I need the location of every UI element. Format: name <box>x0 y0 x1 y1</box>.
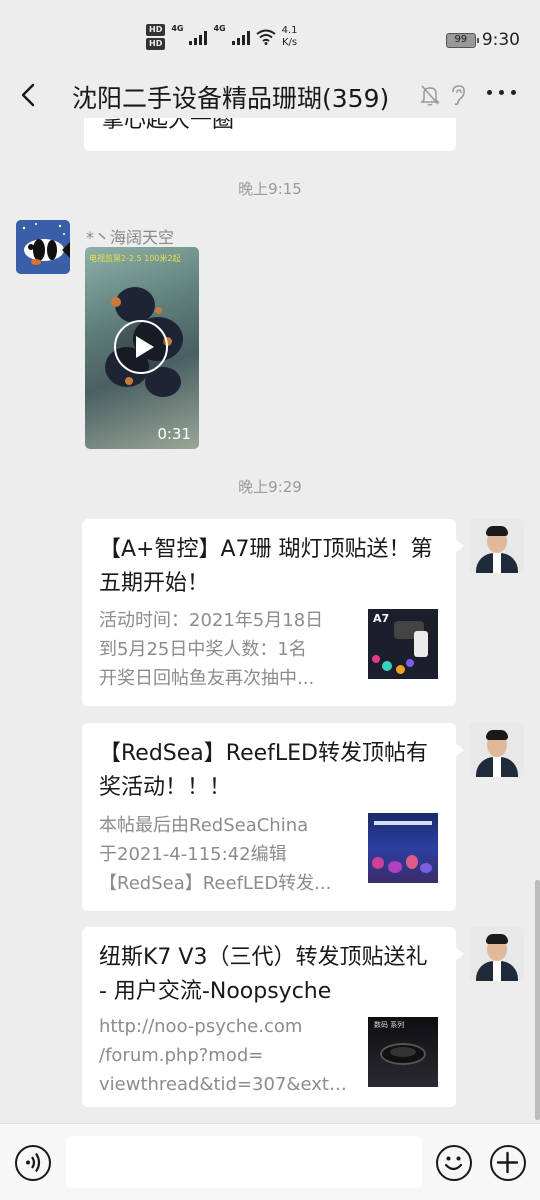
input-bar <box>0 1123 540 1200</box>
link-card-desc: 本帖最后由RedSeaChina 于2021-4-115:42编辑 【RedSe… <box>99 811 351 898</box>
message-input[interactable] <box>66 1136 422 1188</box>
status-bar: HD HD 4G 4G 4.1 K/s 99 9:30 <box>0 0 540 72</box>
hd-badge-2: HD <box>146 38 166 50</box>
previous-message-text: 掌心起大一圈 <box>102 118 235 133</box>
battery-icon: 99 <box>445 32 479 48</box>
link-card-title: 纽斯K7 V3（三代）转发顶贴送礼 - 用户交流-Noopsyche <box>99 945 428 1004</box>
desc-line: http://noo-psyche.com <box>99 1016 303 1037</box>
plus-icon <box>496 1151 519 1174</box>
plus-button[interactable] <box>490 1145 526 1181</box>
timestamp: 晚上9:15 <box>238 180 302 198</box>
my-avatar[interactable] <box>470 519 524 573</box>
desc-line: 【RedSea】ReefLED转发... <box>99 873 332 894</box>
scrollbar[interactable] <box>535 880 540 1120</box>
back-icon[interactable] <box>18 82 40 108</box>
video-duration: 0:31 <box>157 425 191 443</box>
thumbnail-label: 数码 系列 <box>374 1021 405 1029</box>
hd-badge-1: HD <box>146 24 166 36</box>
link-card-desc: http://noo-psyche.com /forum.php?mod= vi… <box>99 1012 351 1099</box>
link-card-thumbnail: A7 <box>368 609 438 679</box>
emoji-icon <box>444 1156 463 1171</box>
desc-line: viewthread&tid=307&extr... <box>99 1074 351 1095</box>
timestamp: 晚上9:29 <box>238 478 302 496</box>
desc-line: 开奖日回帖鱼友再次抽中... <box>99 668 315 689</box>
link-card[interactable]: 【RedSea】ReefLED转发顶帖有奖活动！！！ 本帖最后由RedSeaCh… <box>82 723 464 911</box>
sender-name: *丶海阔天空 <box>86 228 175 247</box>
link-card-title: 【A+智控】A7珊 瑚灯顶贴送！第五期开始！ <box>99 537 433 596</box>
link-card-desc: 活动时间：2021年5月18日 到5月25日中奖人数：1名 开奖日回帖鱼友再次抽… <box>99 606 351 693</box>
play-icon[interactable] <box>114 320 168 374</box>
wifi-icon <box>256 29 276 45</box>
emoji-button[interactable] <box>436 1145 472 1181</box>
more-icon[interactable] <box>487 90 516 95</box>
ear-icon <box>452 85 465 106</box>
my-avatar[interactable] <box>470 723 524 777</box>
desc-line: 本帖最后由RedSeaChina <box>99 815 309 836</box>
chat-title: 沈阳二手设备精品珊瑚(359) <box>72 84 390 113</box>
voice-icon <box>26 1152 41 1173</box>
clock: 9:30 <box>481 30 520 50</box>
my-avatar[interactable] <box>470 927 524 981</box>
link-card-thumbnail: 数码 系列 <box>368 1017 438 1087</box>
previous-message-bubble[interactable]: 掌心起大一圈 <box>84 118 456 151</box>
mute-bell-icon <box>420 85 440 106</box>
clownfish-avatar-icon <box>16 220 70 274</box>
signal-bars-2-icon <box>231 29 250 45</box>
desc-line: 到5月25日中奖人数：1名 <box>99 639 307 660</box>
thumbnail-label: A7 <box>373 612 390 625</box>
signal-bars-1-icon <box>189 29 208 45</box>
link-card-title: 【RedSea】ReefLED转发顶帖有奖活动！！！ <box>99 741 428 800</box>
network-indicators: HD HD 4G 4G 4.1 K/s <box>146 24 298 50</box>
video-message[interactable]: 电视监黑2-2.5 100米2起 0:31 <box>85 247 199 449</box>
link-card-thumbnail <box>368 813 438 883</box>
link-card[interactable]: 纽斯K7 V3（三代）转发顶贴送礼 - 用户交流-Noopsyche http:… <box>82 927 464 1107</box>
desc-line: /forum.php?mod= <box>99 1045 264 1066</box>
desc-line: 活动时间：2021年5月18日 <box>99 610 324 631</box>
video-caption: 电视监黑2-2.5 100米2起 <box>89 254 181 263</box>
status-right: 99 9:30 <box>445 30 520 50</box>
voice-button[interactable] <box>15 1145 51 1181</box>
sender-avatar[interactable] <box>16 220 70 274</box>
desc-line: 于2021-4-115:42编辑 <box>99 844 287 865</box>
speed-value: 4.1 <box>281 25 298 36</box>
speed-unit: K/s <box>282 37 298 48</box>
network-gen-1: 4G <box>171 24 184 33</box>
network-gen-2: 4G <box>213 24 226 33</box>
network-speed: 4.1 K/s <box>282 25 298 49</box>
chat-messages[interactable]: 掌心起大一圈 晚上9:15 *丶海阔天空 电视监黑2-2.5 100米2起 0:… <box>0 118 540 1123</box>
link-card[interactable]: 【A+智控】A7珊 瑚灯顶贴送！第五期开始！ 活动时间：2021年5月18日 到… <box>82 519 464 706</box>
chat-header: 沈阳二手设备精品珊瑚(359) <box>0 72 540 118</box>
